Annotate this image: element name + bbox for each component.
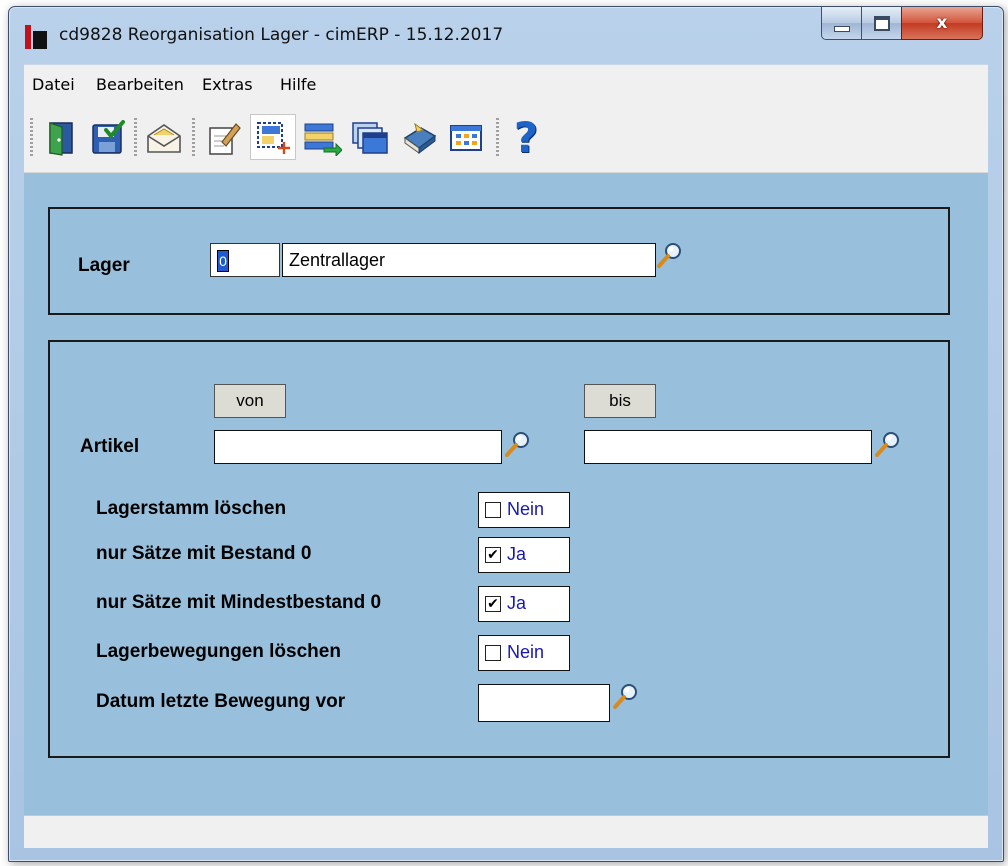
option-label-lagerstamm: Lagerstamm löschen (96, 498, 287, 519)
option-mindestbestand-value: Ja (507, 593, 527, 613)
option-lagerstamm-value: Nein (507, 499, 545, 519)
minimize-icon (834, 26, 850, 32)
checkbox-bestand[interactable]: ✔ (485, 547, 501, 563)
option-bestand-toggle[interactable]: ✔ Ja (478, 537, 570, 573)
exit-door-icon[interactable] (40, 116, 84, 160)
option-lagerstamm-toggle[interactable]: Nein (478, 492, 570, 528)
options-group: von bis Artikel Lagerstamm löschen Nein (48, 340, 950, 758)
window-title: cd9828 Reorganisation Lager - cimERP - 1… (59, 25, 504, 45)
close-icon: x (936, 13, 948, 33)
edit-icon[interactable] (202, 116, 246, 160)
bis-label: bis (609, 391, 631, 410)
artikel-bis-search-icon[interactable] (874, 430, 902, 458)
menu-bearbeiten[interactable]: Bearbeiten (96, 75, 184, 94)
mail-icon[interactable] (142, 116, 186, 160)
menu-datei[interactable]: Datei (32, 75, 75, 94)
datum-label: Datum letzte Bewegung vor (96, 691, 346, 712)
help-glyph: ? (513, 113, 539, 162)
artikel-bis-input[interactable] (584, 430, 872, 464)
von-header: von (214, 384, 286, 418)
lager-name-field: Zentrallager (282, 243, 656, 277)
maximize-button[interactable] (861, 7, 903, 40)
checkbox-mindestbestand[interactable]: ✔ (485, 596, 501, 612)
option-mindestbestand-toggle[interactable]: ✔ Ja (478, 586, 570, 622)
toolbar: ? (24, 104, 988, 173)
lager-name-value: Zentrallager (289, 250, 386, 270)
artikel-von-search-icon[interactable] (504, 430, 532, 458)
list-transfer-icon[interactable] (300, 116, 344, 160)
lager-code-input[interactable]: 0 (210, 243, 280, 277)
option-label-mindestbestand: nur Sätze mit Mindestbestand 0 (96, 592, 382, 613)
lager-search-icon[interactable] (656, 241, 684, 269)
option-bestand-value: Ja (507, 544, 527, 564)
toolbar-grip (30, 118, 33, 158)
app-logo-icon (25, 25, 47, 49)
book-icon[interactable] (398, 116, 442, 160)
menu-bar: Datei Bearbeiten Extras Hilfe (24, 64, 988, 105)
close-button[interactable]: x (901, 7, 983, 40)
toolbar-separator (496, 118, 499, 158)
toolbar-separator (192, 118, 195, 158)
toolbar-separator (134, 118, 137, 158)
menu-extras[interactable]: Extras (202, 75, 253, 94)
artikel-label: Artikel (80, 436, 140, 457)
windows-icon[interactable] (348, 116, 392, 160)
checkbox-lagerstamm[interactable] (485, 502, 501, 518)
form-area: Lager 0 Zentrallager von bis Artikel Lag… (24, 173, 988, 815)
save-icon[interactable] (86, 116, 130, 160)
title-bar[interactable]: cd9828 Reorganisation Lager - cimERP - 1… (9, 7, 1003, 65)
grid-icon[interactable] (444, 116, 488, 160)
option-lagerbewegungen-value: Nein (507, 642, 545, 662)
bis-header: bis (584, 384, 656, 418)
datum-input[interactable] (478, 684, 610, 722)
datum-search-icon[interactable] (612, 682, 640, 710)
lager-code-value: 0 (217, 250, 229, 272)
maximize-icon (874, 15, 890, 31)
status-bar (24, 815, 988, 848)
help-icon[interactable]: ? (504, 116, 548, 160)
minimize-button[interactable] (821, 7, 863, 40)
artikel-von-input[interactable] (214, 430, 502, 464)
lager-group: Lager 0 Zentrallager (48, 207, 950, 315)
option-label-bestand: nur Sätze mit Bestand 0 (96, 543, 312, 564)
checkbox-lagerbewegungen[interactable] (485, 645, 501, 661)
option-lagerbewegungen-toggle[interactable]: Nein (478, 635, 570, 671)
option-label-lagerbewegungen: Lagerbewegungen löschen (96, 641, 341, 662)
lager-label: Lager (78, 255, 130, 276)
new-record-icon[interactable] (250, 114, 296, 160)
menu-hilfe[interactable]: Hilfe (280, 75, 316, 94)
von-label: von (236, 391, 264, 410)
